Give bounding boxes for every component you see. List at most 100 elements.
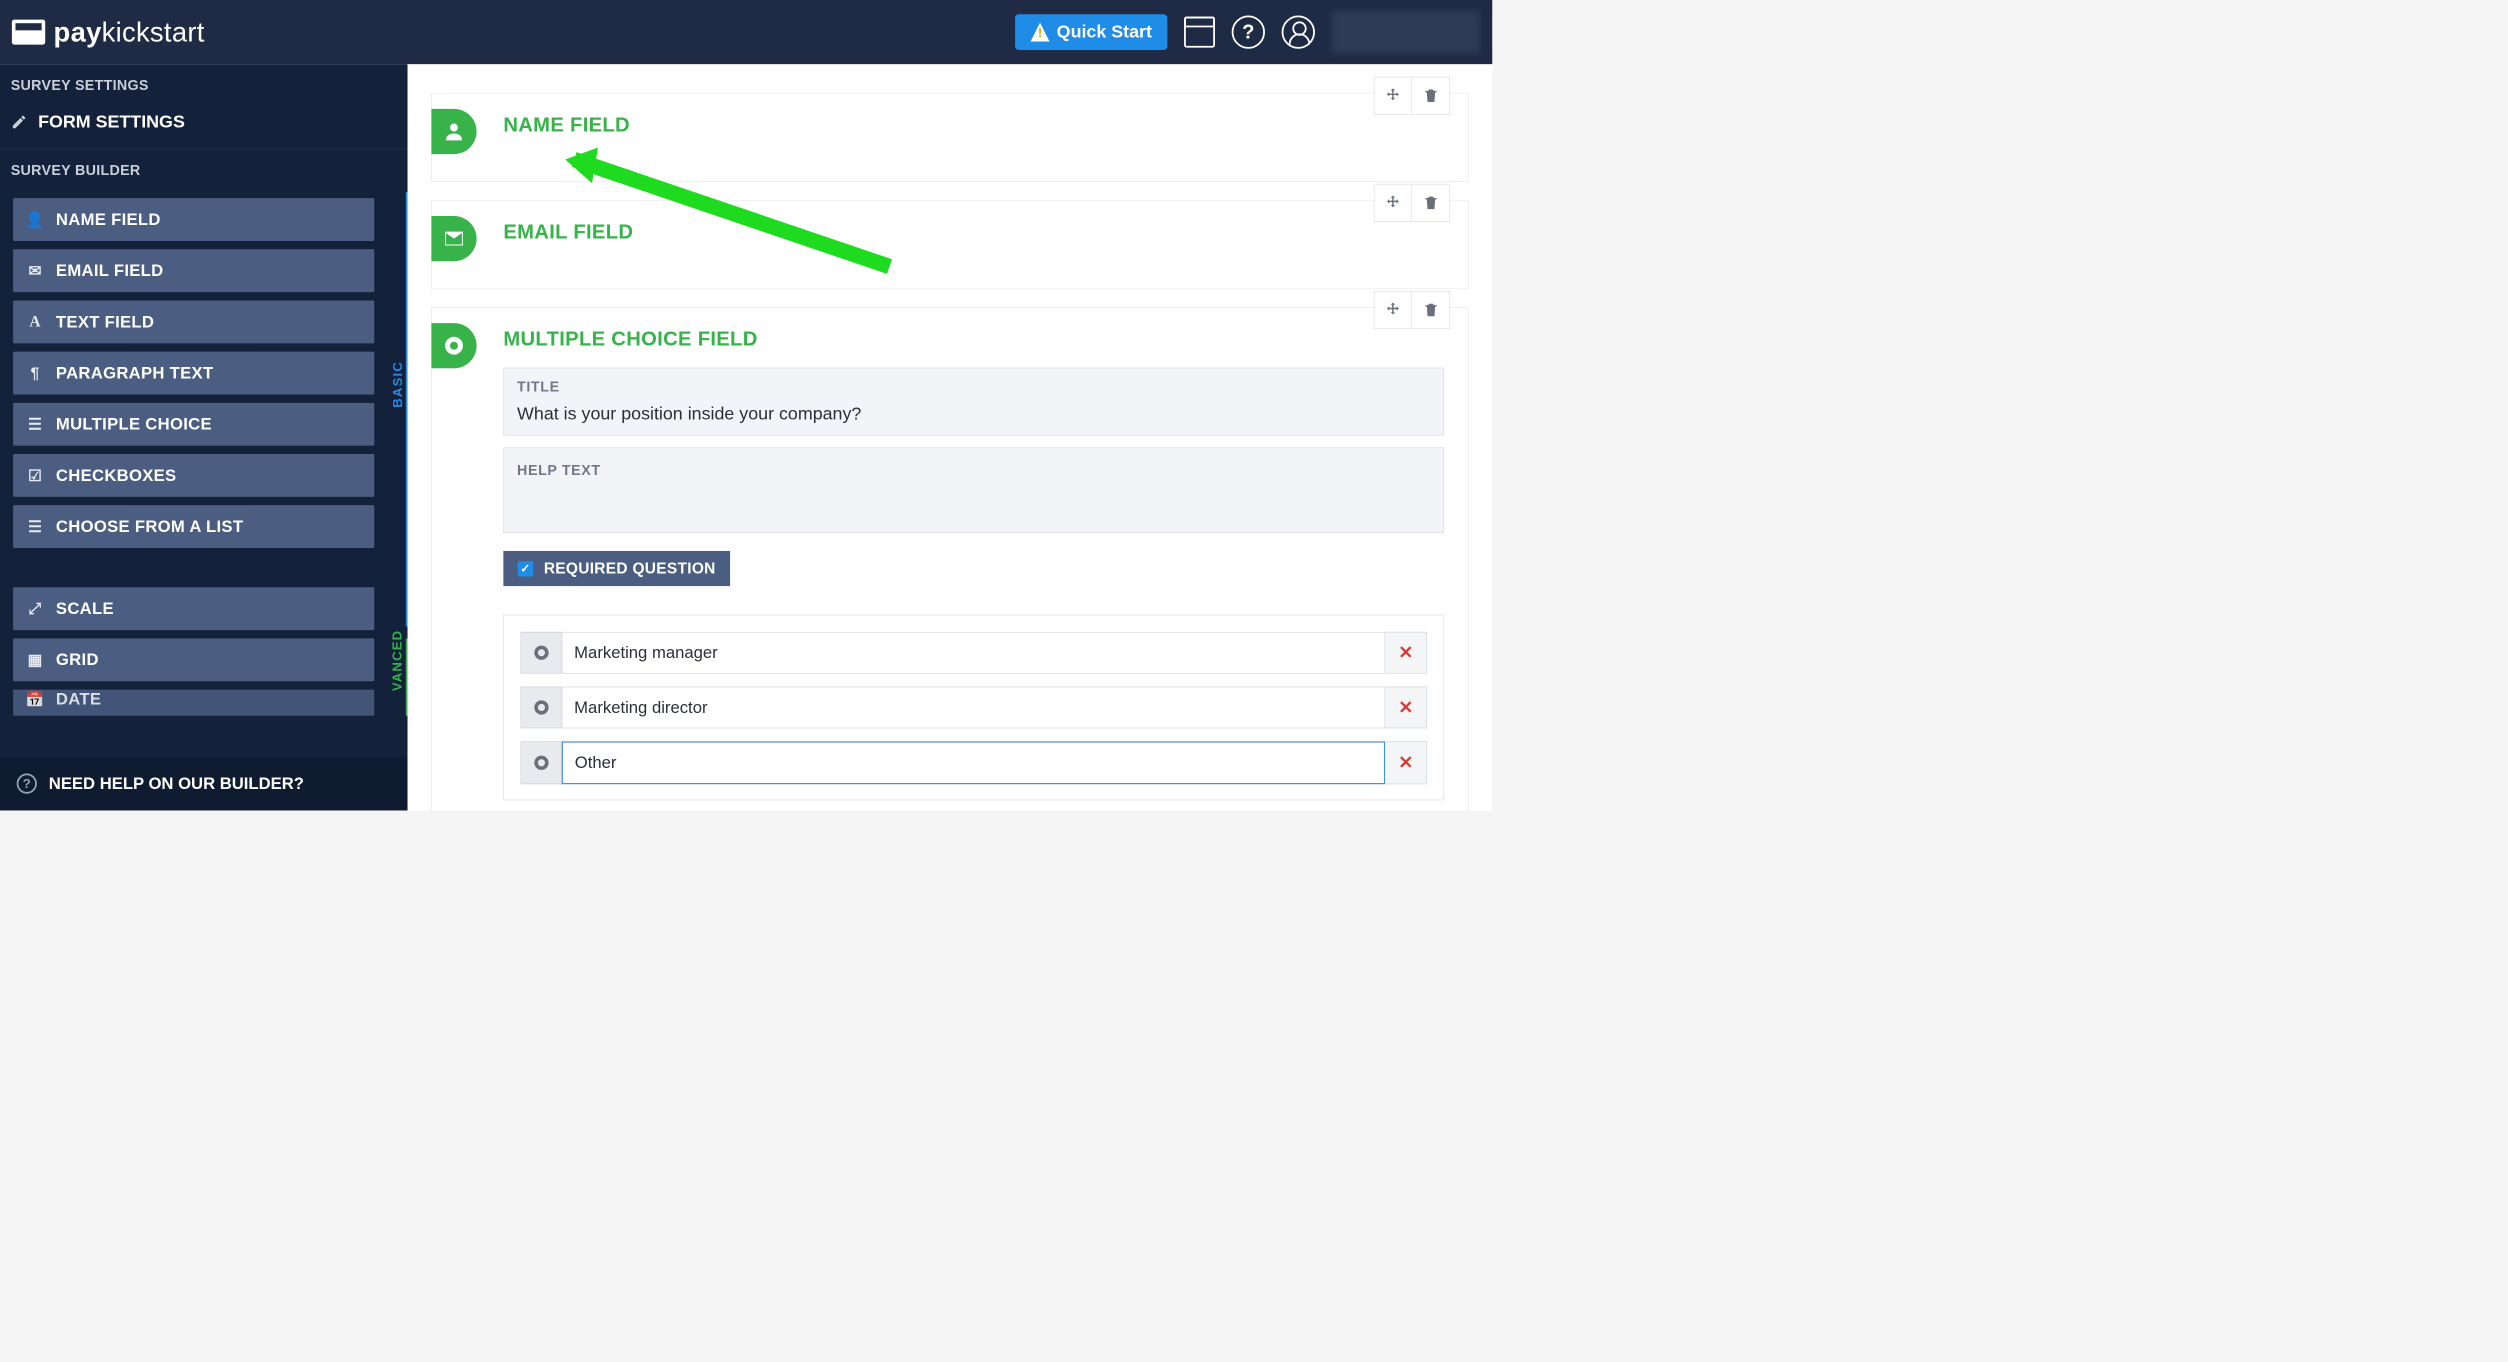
option-row: Other ✕ (521, 741, 1427, 784)
title-input-group: TITLE What is your position inside your … (503, 368, 1444, 436)
brand-text: paykickstart (54, 16, 205, 48)
sidebar-item-form-settings[interactable]: FORM SETTINGS (0, 101, 408, 149)
sidebar-item-label: EMAIL FIELD (56, 261, 164, 280)
sidebar-item-label: DATE (56, 690, 101, 709)
top-actions: Quick Start ? (1015, 11, 1480, 54)
trash-icon (1422, 87, 1439, 104)
field-actions (1374, 77, 1450, 115)
close-icon: ✕ (1398, 752, 1413, 773)
option-delete-button[interactable]: ✕ (1385, 632, 1427, 674)
tab-basic[interactable]: BASIC (390, 361, 405, 408)
sidebar-item-label: MULTIPLE CHOICE (56, 415, 212, 434)
radio-icon (442, 334, 466, 358)
sidebar-item-label: CHECKBOXES (56, 466, 177, 485)
help-text-label: HELP TEXT (517, 462, 1430, 479)
field-badge-email (431, 216, 476, 261)
radio-icon (534, 700, 548, 714)
brand-logo[interactable]: paykickstart (12, 16, 205, 48)
option-radio-handle[interactable] (521, 632, 563, 674)
delete-button[interactable] (1412, 77, 1450, 115)
trash-icon (1422, 195, 1439, 212)
field-actions (1374, 291, 1450, 329)
sidebar-item-label: CHOOSE FROM A LIST (56, 517, 243, 536)
help-text-input-group: HELP TEXT (503, 447, 1444, 533)
option-input[interactable]: Marketing director (562, 687, 1385, 729)
sidebar-item-label: NAME FIELD (56, 210, 161, 229)
field-block-email[interactable]: EMAIL FIELD (431, 200, 1468, 289)
option-row: Marketing manager ✕ (521, 632, 1427, 674)
sidebar-item-label: SCALE (56, 599, 114, 618)
sidebar-item-choose-from-list[interactable]: ☰ CHOOSE FROM A LIST (13, 505, 374, 548)
move-button[interactable] (1374, 184, 1412, 222)
sidebar-section-survey-builder: SURVEY BUILDER (0, 149, 408, 186)
sidebar-section-survey-settings: SURVEY SETTINGS (0, 64, 408, 101)
sidebar-item-date[interactable]: 📅 DATE (13, 690, 374, 716)
sidebar-item-text-field[interactable]: A TEXT FIELD (13, 300, 374, 343)
field-title: NAME FIELD (503, 114, 1444, 137)
sidebar-field-list: 👤 NAME FIELD ✉ EMAIL FIELD A TEXT FIELD ¶ PA… (0, 186, 387, 716)
quick-start-label: Quick Start (1057, 22, 1152, 42)
user-icon: 👤 (26, 210, 44, 228)
radio-icon (534, 646, 548, 660)
delete-button[interactable] (1412, 291, 1450, 329)
quick-start-button[interactable]: Quick Start (1015, 14, 1167, 50)
close-icon: ✕ (1398, 642, 1413, 663)
sidebar-item-name-field[interactable]: 👤 NAME FIELD (13, 198, 374, 241)
option-input[interactable]: Marketing manager (562, 632, 1385, 674)
option-input[interactable]: Other (562, 741, 1385, 784)
mail-icon (442, 227, 466, 251)
options-list: Marketing manager ✕ Marketing director ✕… (503, 615, 1444, 801)
sidebar-help-label: NEED HELP ON OUR BUILDER? (49, 774, 304, 793)
required-question-toggle[interactable]: ✓ REQUIRED QUESTION (503, 551, 730, 586)
field-badge-name (431, 109, 476, 154)
field-block-name[interactable]: NAME FIELD (431, 93, 1468, 182)
checkbox-checked-icon: ✓ (518, 561, 533, 576)
sidebar-item-email-field[interactable]: ✉ EMAIL FIELD (13, 249, 374, 292)
list-icon: ☰ (26, 517, 44, 535)
account-icon[interactable] (1282, 15, 1315, 48)
user-menu[interactable] (1332, 11, 1481, 54)
field-title: EMAIL FIELD (503, 221, 1444, 244)
sidebar-item-scale[interactable]: ⤢ SCALE (13, 587, 374, 630)
option-radio-handle[interactable] (521, 741, 563, 784)
option-delete-button[interactable]: ✕ (1385, 687, 1427, 729)
sidebar-item-multiple-choice[interactable]: ☰ MULTIPLE CHOICE (13, 403, 374, 446)
help-icon[interactable]: ? (1232, 15, 1265, 48)
move-icon (1384, 87, 1402, 105)
user-icon (442, 120, 466, 144)
sidebar-item-label: GRID (56, 650, 99, 669)
delete-button[interactable] (1412, 184, 1450, 222)
sidebar-item-label: PARAGRAPH TEXT (56, 364, 214, 383)
sidebar-item-grid[interactable]: ▦GRID (13, 638, 374, 681)
marketplace-icon[interactable] (1184, 17, 1215, 48)
move-icon (1384, 194, 1402, 212)
move-icon (1384, 301, 1402, 319)
scale-icon: ⤢ (26, 599, 44, 618)
field-badge-multiple-choice (431, 323, 476, 368)
help-text-input[interactable] (517, 479, 1430, 497)
checkbox-icon: ☑ (26, 466, 44, 484)
sidebar-item-paragraph-text[interactable]: ¶ PARAGRAPH TEXT (13, 352, 374, 395)
sidebar-category-tabs: BASIC VANCED (387, 186, 407, 716)
calendar-icon: 📅 (26, 690, 44, 708)
option-row: Marketing director ✕ (521, 687, 1427, 729)
title-input[interactable]: What is your position inside your compan… (517, 404, 1430, 424)
paragraph-icon: ¶ (26, 364, 44, 382)
top-bar: paykickstart Quick Start ? (0, 0, 1492, 64)
warning-icon (1031, 23, 1050, 42)
sidebar-item-label: TEXT FIELD (56, 312, 154, 331)
move-button[interactable] (1374, 291, 1412, 329)
tab-advanced[interactable]: VANCED (390, 630, 405, 691)
sidebar-item-checkboxes[interactable]: ☑ CHECKBOXES (13, 454, 374, 497)
required-question-label: REQUIRED QUESTION (544, 559, 716, 577)
mail-icon: ✉ (26, 262, 44, 280)
list-icon: ☰ (26, 415, 44, 433)
field-title: MULTIPLE CHOICE FIELD (503, 328, 1444, 351)
option-radio-handle[interactable] (521, 687, 563, 729)
text-icon: A (26, 313, 44, 331)
form-settings-label: FORM SETTINGS (38, 112, 185, 132)
option-delete-button[interactable]: ✕ (1385, 741, 1427, 784)
field-block-multiple-choice[interactable]: MULTIPLE CHOICE FIELD TITLE What is your… (431, 307, 1468, 810)
move-button[interactable] (1374, 77, 1412, 115)
sidebar-help-link[interactable]: ? NEED HELP ON OUR BUILDER? (0, 757, 408, 811)
